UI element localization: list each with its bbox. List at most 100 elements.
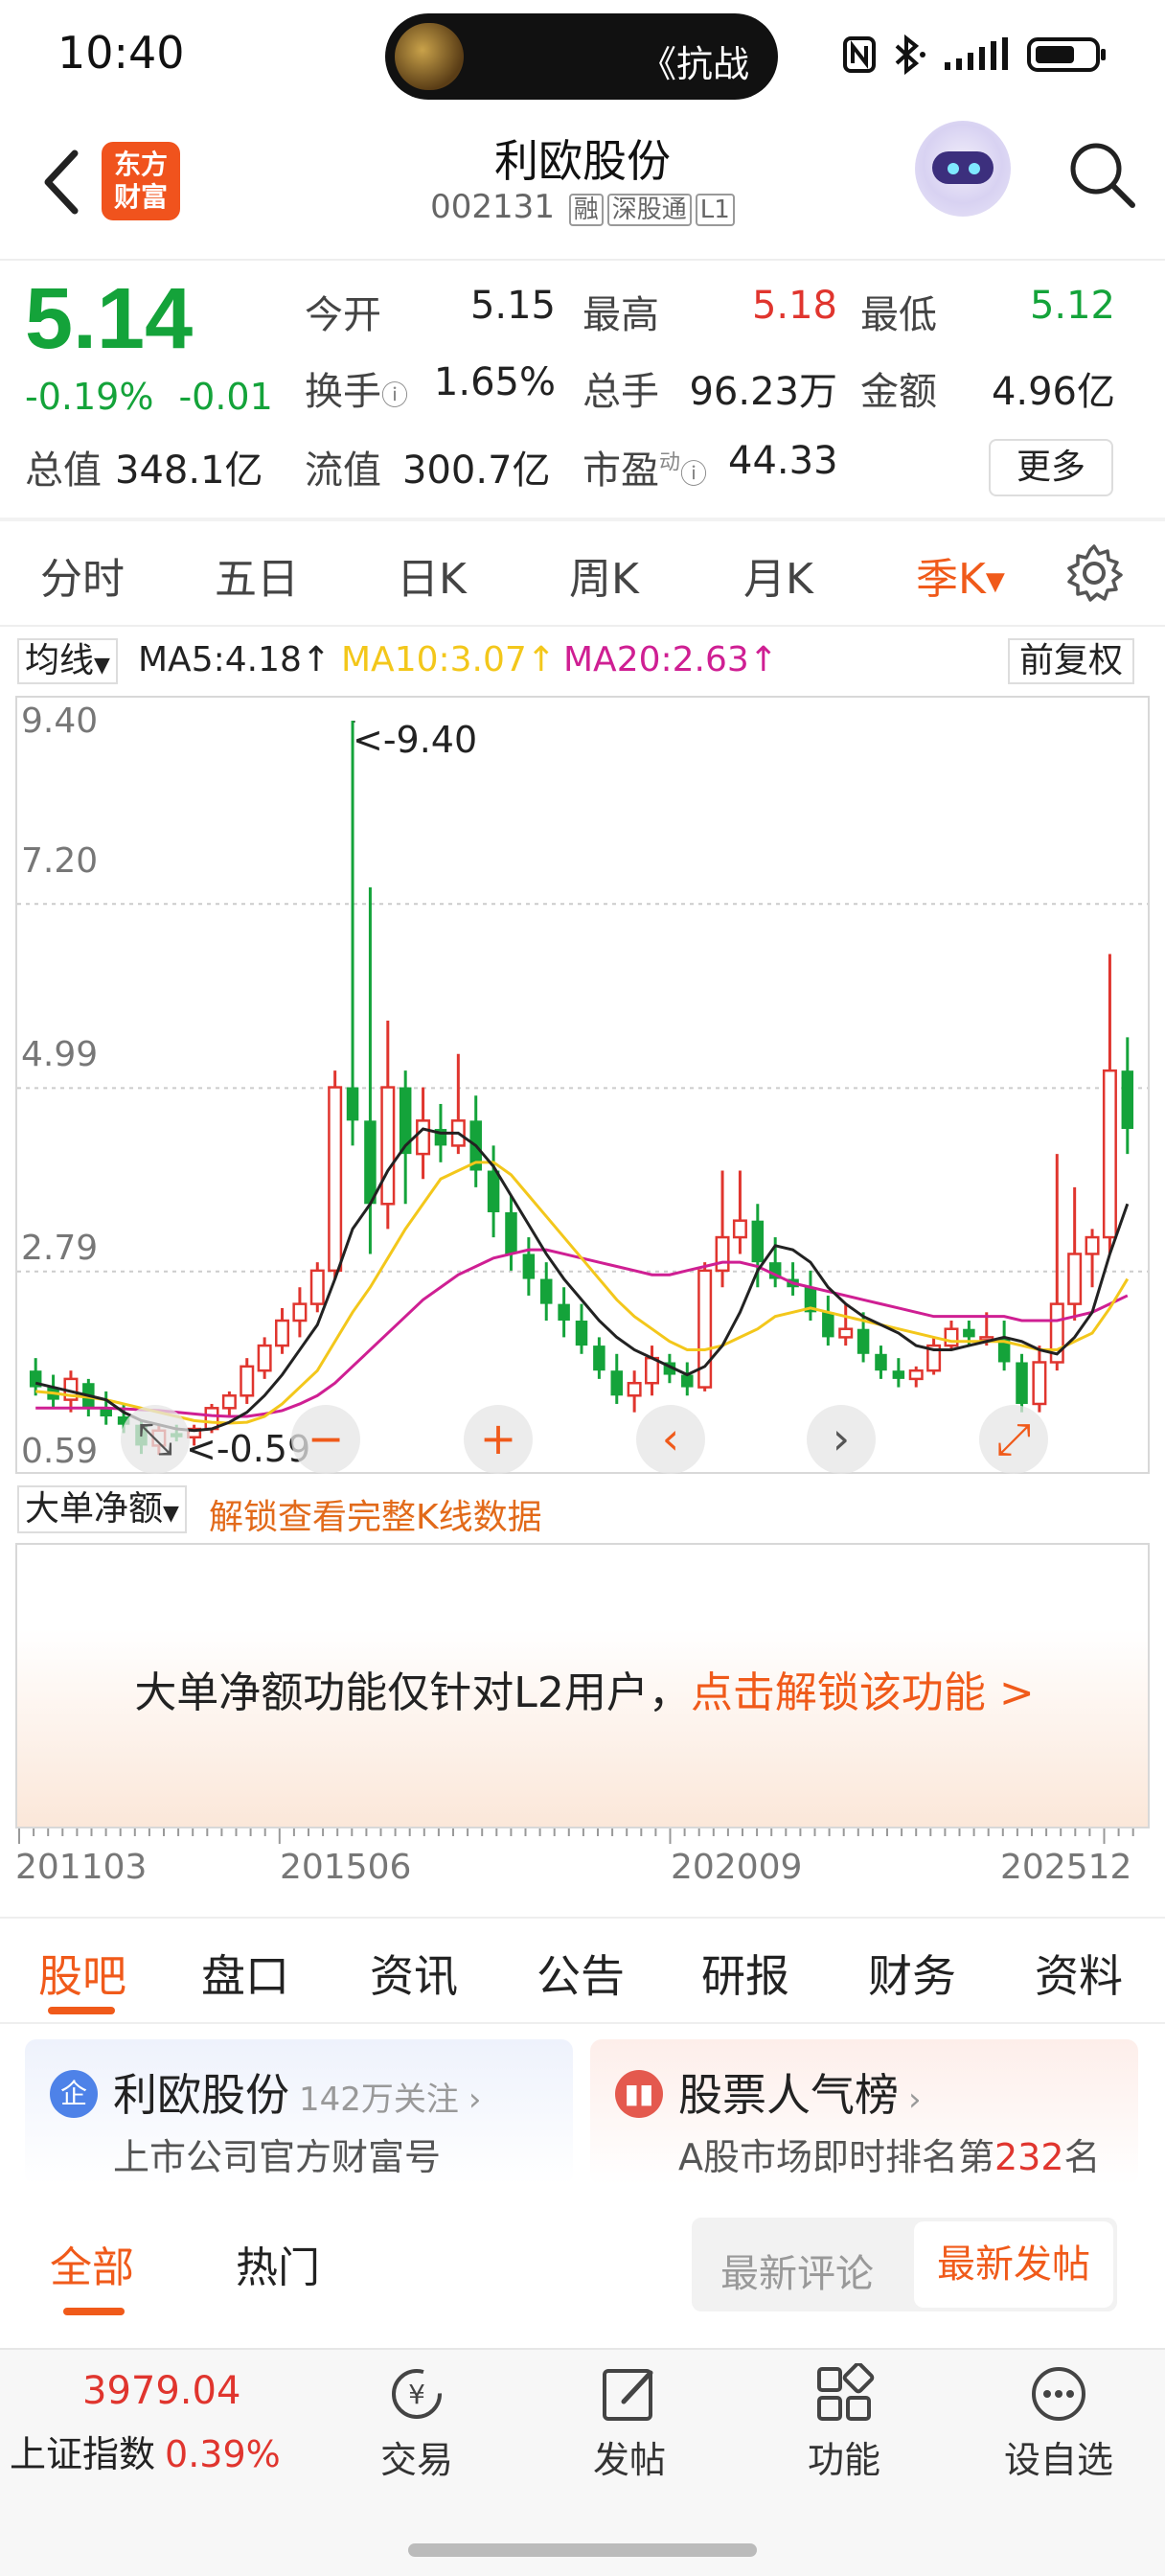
pe-label-text: 市盈 — [582, 448, 659, 493]
post-label: 发帖 — [592, 2439, 666, 2481]
y-tick-label: 2.79 — [21, 1229, 99, 1268]
trade-button[interactable]: ¥ 交易 — [345, 2363, 489, 2483]
unlock-feature-link[interactable]: 点击解锁该功能 > — [691, 1668, 1035, 1717]
search-icon[interactable] — [1063, 136, 1140, 213]
tab-five-day[interactable]: 五日 — [215, 544, 299, 606]
zoom-in-button[interactable]: + — [464, 1405, 533, 1474]
rank-suffix: 名 — [1063, 2136, 1101, 2178]
tab-profile[interactable]: 资料 — [1035, 1942, 1123, 2005]
candle-body — [328, 1086, 343, 1273]
zoom-out-button[interactable]: − — [291, 1405, 360, 1474]
x-axis: 201103 201506 202009 202512 — [15, 1828, 1150, 1905]
max-price-label: <-9.40 — [353, 719, 478, 761]
sub-indicator-selector[interactable]: 大单净额▼ — [17, 1485, 187, 1533]
pe-dynamic-sup: 动 — [659, 450, 681, 475]
tab-intraday[interactable]: 分时 — [40, 544, 125, 606]
add-watchlist-button[interactable]: 设自选 — [987, 2363, 1131, 2483]
amount-label: 金额 — [860, 370, 937, 414]
indicator-selector-label: 均线 — [25, 641, 95, 680]
edit-icon — [603, 2369, 653, 2421]
active-tab-indicator — [48, 2007, 115, 2014]
tab-daily-k[interactable]: 日K — [397, 544, 467, 606]
official-account-card[interactable]: 企 利欧股份 142万关注 › 上市公司官方财富号 — [25, 2039, 573, 2185]
tab-monthly-k[interactable]: 月K — [743, 544, 813, 606]
tab-announcements[interactable]: 公告 — [537, 1942, 625, 2005]
sort-latest-comment[interactable]: 最新评论 — [720, 2242, 874, 2298]
x-axis-ticks — [18, 1828, 1134, 1844]
volume-value: 96.23万 — [689, 370, 837, 414]
margin-tag: 融 — [568, 194, 604, 226]
robot-visor — [932, 151, 994, 184]
filter-all[interactable]: 全部 — [50, 2233, 134, 2294]
mcap-value: 348.1亿 — [115, 448, 263, 493]
more-dots-icon — [1032, 2367, 1085, 2421]
post-button[interactable]: 发帖 — [558, 2363, 701, 2483]
candle-body — [240, 1365, 255, 1397]
gear-icon[interactable] — [1063, 542, 1125, 604]
ai-assistant-icon[interactable] — [915, 121, 1011, 217]
rank-number: 232 — [994, 2136, 1064, 2178]
candle-body — [732, 1219, 747, 1239]
functions-button[interactable]: 功能 — [772, 2363, 916, 2483]
candle-body — [1121, 1070, 1134, 1130]
tab-quarterly-k[interactable]: 季K▼ — [916, 544, 1005, 606]
media-thumbnail — [395, 23, 464, 90]
candle-body — [380, 1086, 396, 1206]
battery-icon — [1027, 37, 1106, 72]
tab-orderbook[interactable]: 盘口 — [201, 1942, 289, 2005]
stock-header: 东方财富 利欧股份 002131 融深股通 L1 — [0, 115, 1165, 259]
candle-body — [892, 1370, 905, 1379]
l2-message: 大单净额功能仅针对L2用户，点击解锁该功能 > — [17, 1658, 1152, 1719]
tab-weekly-k[interactable]: 周K — [569, 544, 639, 606]
popularity-card[interactable]: ▮▮ 股票人气榜 › A股市场即时排名第232名 — [590, 2039, 1138, 2185]
candle-body — [875, 1353, 887, 1371]
ma5-line — [34, 1127, 1130, 1433]
status-time: 10:40 — [57, 27, 185, 79]
candle-body — [822, 1312, 834, 1338]
chart-collapse-button[interactable]: ⤡ — [121, 1405, 190, 1474]
price-change: -0.19% -0.01 — [25, 376, 273, 418]
ma20-value: MA20:2.63↑ — [563, 640, 778, 679]
collapse-icon: ⤡ — [137, 1413, 173, 1464]
popularity-name: 股票人气榜 — [678, 2069, 899, 2121]
sort-latest-post[interactable]: 最新发帖 — [914, 2221, 1113, 2308]
dynamic-island-media[interactable]: 《抗战 — [385, 13, 778, 100]
follower-count: 142万关注 — [299, 2081, 459, 2119]
kline-chart[interactable]: 9.40 7.20 4.99 2.79 0.59 <-9.40 <-0.59 ⤡… — [15, 696, 1150, 1474]
trade-icon: ¥ — [392, 2369, 442, 2419]
status-bar: 10:40 《抗战 — [0, 0, 1165, 115]
unlock-kline-link[interactable]: 解锁查看完整K线数据 — [209, 1489, 542, 1539]
tab-financials[interactable]: 财务 — [868, 1942, 956, 2005]
tab-news[interactable]: 资讯 — [370, 1942, 458, 2005]
y-tick-label: 4.99 — [21, 1035, 99, 1074]
open-value: 5.15 — [469, 284, 556, 328]
adjust-button[interactable]: 前复权 — [1008, 638, 1135, 684]
fullscreen-button[interactable]: ⤢ — [979, 1405, 1048, 1474]
functions-label: 功能 — [807, 2439, 880, 2481]
candle-body — [539, 1278, 553, 1304]
x-tick-label: 201103 — [15, 1848, 148, 1887]
turnover-label[interactable]: 换手ⓘ — [305, 360, 408, 416]
bottom-toolbar: 3979.04 上证指数 0.39% ¥ 交易 发帖 功能 设自选 — [0, 2348, 1165, 2576]
candle-body — [416, 1119, 431, 1156]
scroll-right-button[interactable]: › — [807, 1405, 876, 1474]
candle-body — [275, 1319, 290, 1347]
level-tag: L1 — [695, 194, 735, 226]
index-name[interactable]: 上证指数 0.39% — [10, 2425, 281, 2477]
official-title: 利欧股份 142万关注 › — [113, 2060, 482, 2124]
y-tick-label: 0.59 — [21, 1432, 99, 1471]
connect-tag: 深股通 — [606, 194, 692, 226]
scroll-left-button[interactable]: ‹ — [636, 1405, 705, 1474]
more-button[interactable]: 更多 — [989, 439, 1113, 496]
low-label: 最低 — [860, 293, 937, 337]
tab-research[interactable]: 研报 — [701, 1942, 789, 2005]
tab-guba[interactable]: 股吧 — [38, 1942, 126, 2005]
filter-active-indicator — [63, 2308, 125, 2315]
caret-down-icon: ▼ — [163, 1502, 179, 1526]
indicator-selector[interactable]: 均线▼ — [17, 638, 118, 684]
pe-label[interactable]: 市盈动ⓘ — [582, 439, 707, 494]
index-value[interactable]: 3979.04 — [82, 2369, 240, 2413]
candle-body — [487, 1170, 500, 1212]
candle-body — [1016, 1362, 1028, 1404]
filter-hot[interactable]: 热门 — [236, 2233, 320, 2294]
